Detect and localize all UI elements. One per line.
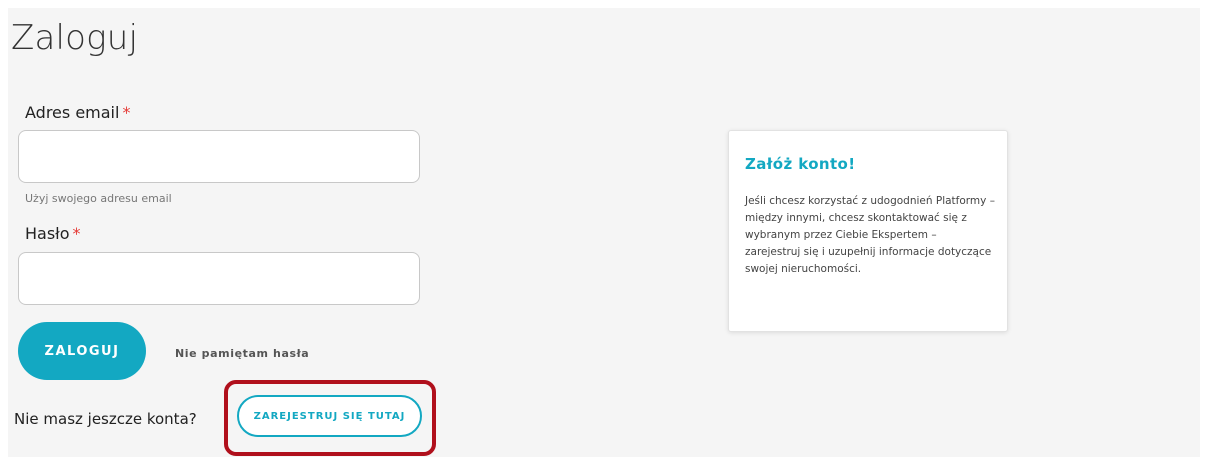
email-label: Adres email xyxy=(25,103,120,122)
password-label: Hasło xyxy=(25,224,70,243)
card-title: Załóż konto! xyxy=(745,155,856,173)
required-asterisk: * xyxy=(122,103,131,122)
create-account-card: Załóż konto! Jeśli chcesz korzystać z ud… xyxy=(728,130,1008,332)
password-field[interactable] xyxy=(18,252,420,305)
no-account-text: Nie masz jeszcze konta? xyxy=(14,410,197,428)
required-asterisk: * xyxy=(72,224,81,243)
email-hint: Użyj swojego adresu email xyxy=(25,192,172,205)
login-page: Zaloguj Adres email * Użyj swojego adresu… xyxy=(8,8,1200,457)
password-label-row: Hasło * xyxy=(25,224,81,243)
email-field[interactable] xyxy=(18,130,420,183)
register-button[interactable]: ZAREJESTRUJ SIĘ TUTAJ xyxy=(237,395,422,437)
login-button[interactable]: ZALOGUJ xyxy=(18,322,146,380)
page-title: Zaloguj xyxy=(11,18,139,58)
email-label-row: Adres email * xyxy=(25,103,130,122)
card-text: Jeśli chcesz korzystać z udogodnień Plat… xyxy=(745,195,995,275)
forgot-password-link[interactable]: Nie pamiętam hasła xyxy=(175,347,309,360)
